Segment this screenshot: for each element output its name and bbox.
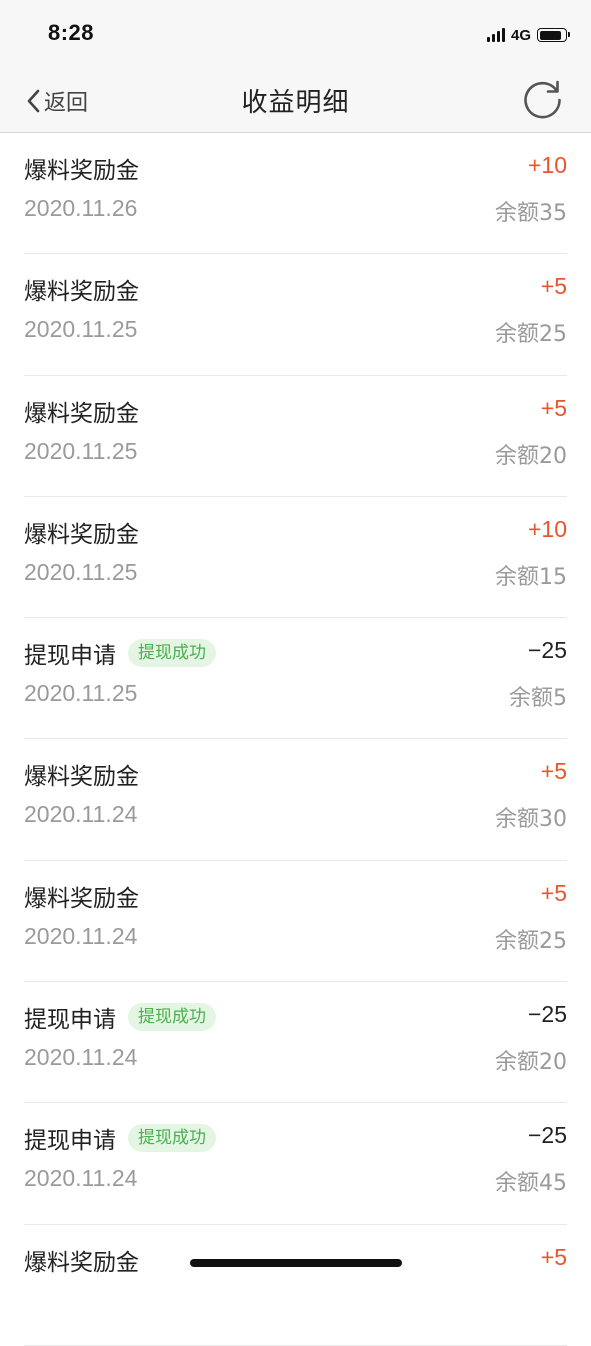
- record-title-group: 爆料奖励金: [24, 151, 139, 185]
- status-indicators: 4G: [486, 23, 570, 47]
- record-balance: 余额15: [495, 564, 567, 590]
- record-balance: 余额5: [509, 686, 567, 712]
- network-label: 4G: [510, 26, 531, 44]
- battery-icon: [537, 28, 570, 42]
- record-balance: 余额20: [495, 1050, 567, 1076]
- record-title: 爆料奖励金: [24, 279, 139, 306]
- record-balance: 余额20: [495, 443, 567, 469]
- record-date: 2020.11.26: [24, 195, 138, 221]
- record-amount: −25: [527, 637, 567, 664]
- status-bar: 8:28 4G: [0, 0, 591, 70]
- record-amount: +10: [527, 152, 567, 178]
- record-date: 2020.11.24: [24, 1044, 138, 1071]
- refresh-icon[interactable]: [521, 78, 565, 122]
- record-title-group: 爆料奖励金: [24, 515, 139, 549]
- record-amount: −25: [527, 1122, 567, 1149]
- record-amount: +10: [527, 515, 567, 542]
- list-item[interactable]: 爆料奖励金 2020.11.25 +10 余额15: [24, 497, 567, 619]
- record-date: 2020.11.24: [24, 922, 138, 949]
- record-date: 2020.11.25: [24, 437, 138, 464]
- list-item[interactable]: 提现申请 提现成功 2020.11.24 −25 余额45: [24, 1103, 567, 1225]
- home-indicator[interactable]: [190, 1259, 402, 1267]
- record-balance: 余额45: [495, 1171, 567, 1197]
- record-date: 2020.11.24: [24, 801, 138, 828]
- signal-icon: [486, 28, 505, 42]
- record-title-group: 提现申请 提现成功: [24, 1121, 216, 1155]
- list-item[interactable]: 爆料奖励金 2020.11.25 +5 余额25: [24, 254, 567, 376]
- page-title: 收益明细: [241, 88, 350, 118]
- record-amount: +5: [540, 273, 567, 300]
- earnings-list: 爆料奖励金 2020.11.26 +10 余额35 爆料奖励金 2020.11.25 +5 余…: [0, 133, 591, 1346]
- record-title-group: 爆料奖励金: [24, 394, 139, 428]
- record-amount: +5: [540, 758, 567, 785]
- status-badge: 提现成功: [128, 639, 216, 668]
- record-balance: 余额30: [495, 807, 567, 833]
- record-date: 2020.11.25: [24, 558, 138, 585]
- record-title-group: 提现申请 提现成功: [24, 636, 216, 670]
- nav-bar: 返回 收益明细: [0, 70, 591, 133]
- record-title-group: 爆料奖励金: [24, 1243, 139, 1277]
- record-date: 2020.11.25: [24, 680, 138, 707]
- record-title-group: 爆料奖励金: [24, 757, 139, 791]
- list-item[interactable]: 爆料奖励金 2020.11.26 +10 余额35: [24, 133, 567, 255]
- record-amount: +5: [540, 879, 567, 906]
- record-title: 爆料奖励金: [24, 764, 139, 791]
- record-title: 爆料奖励金: [24, 521, 139, 548]
- record-amount: +5: [540, 394, 567, 421]
- record-title: 爆料奖励金: [24, 400, 139, 427]
- record-amount: +5: [540, 1243, 567, 1270]
- record-title: 提现申请: [24, 1128, 116, 1155]
- record-title: 爆料奖励金: [24, 885, 139, 912]
- record-title: 提现申请: [24, 1007, 116, 1034]
- record-balance: 余额35: [495, 201, 567, 226]
- list-item[interactable]: 提现申请 提现成功 2020.11.24 −25 余额20: [24, 982, 567, 1104]
- status-badge: 提现成功: [128, 1003, 216, 1032]
- record-balance: 余额25: [495, 322, 567, 348]
- list-item[interactable]: 提现申请 提现成功 2020.11.25 −25 余额5: [24, 618, 567, 740]
- record-title: 提现申请: [24, 643, 116, 670]
- record-amount: −25: [527, 1001, 567, 1028]
- record-title-group: 爆料奖励金: [24, 879, 139, 913]
- record-title: 爆料奖励金: [24, 1249, 139, 1276]
- record-balance: 余额25: [495, 928, 567, 954]
- list-item[interactable]: 爆料奖励金 2020.11.24 +5 余额30: [24, 739, 567, 861]
- status-badge: 提现成功: [128, 1124, 216, 1153]
- record-title-group: 提现申请 提现成功: [24, 1000, 216, 1034]
- record-date: 2020.11.25: [24, 316, 138, 343]
- record-title: 爆料奖励金: [24, 158, 139, 184]
- list-item[interactable]: 爆料奖励金 2020.11.24 +5 余额25: [24, 861, 567, 983]
- list-item[interactable]: 爆料奖励金 +5: [24, 1225, 567, 1346]
- record-title-group: 爆料奖励金: [24, 272, 139, 306]
- record-date: 2020.11.24: [24, 1165, 138, 1192]
- list-item[interactable]: 爆料奖励金 2020.11.25 +5 余额20: [24, 376, 567, 497]
- status-time: 8:28: [48, 20, 95, 45]
